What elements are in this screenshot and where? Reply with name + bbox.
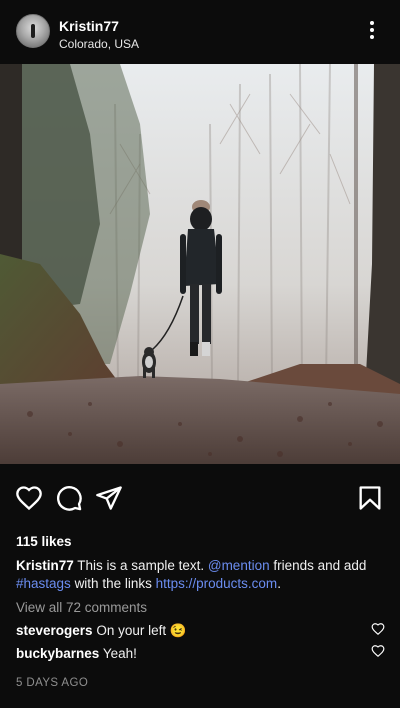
- heart-outline-icon[interactable]: [371, 644, 385, 658]
- post-header: Kristin77 Colorado, USA: [0, 0, 400, 64]
- caption-mention[interactable]: @mention: [208, 558, 270, 573]
- likes-count[interactable]: 115 likes: [16, 534, 72, 549]
- caption-username[interactable]: Kristin77: [16, 558, 74, 573]
- caption-link[interactable]: https://products.com: [156, 576, 278, 591]
- caption-text: This is a sample text.: [77, 558, 205, 573]
- comment-username[interactable]: buckybarnes: [16, 646, 99, 661]
- view-all-comments[interactable]: View all 72 comments: [16, 600, 147, 615]
- more-vertical-icon[interactable]: [364, 18, 380, 42]
- avatar-figure: [31, 24, 35, 38]
- paper-plane-icon[interactable]: [95, 484, 123, 512]
- bookmark-outline-icon[interactable]: [356, 484, 384, 512]
- post-timestamp: 5 DAYS AGO: [16, 677, 89, 689]
- post-actions: [0, 478, 400, 522]
- post-image[interactable]: [0, 64, 400, 464]
- comment-text: Yeah!: [102, 646, 137, 661]
- heart-outline-icon[interactable]: [371, 622, 385, 636]
- comment-bubble-icon[interactable]: [55, 484, 83, 512]
- caption-text: friends and add: [273, 558, 367, 573]
- post-caption: Kristin77 This is a sample text. @mentio…: [16, 557, 384, 593]
- avatar[interactable]: [16, 14, 50, 48]
- comment-username[interactable]: steverogers: [16, 623, 93, 638]
- comment-text: On your left: [96, 623, 167, 638]
- post-username[interactable]: Kristin77: [59, 18, 119, 34]
- caption-text: with the links: [74, 576, 152, 591]
- caption-hashtag[interactable]: #hastags: [16, 576, 71, 591]
- caption-text: .: [277, 576, 281, 591]
- comment-item: steverogers On your left 😉: [16, 623, 366, 639]
- post-location[interactable]: Colorado, USA: [59, 37, 139, 51]
- comment-item: buckybarnes Yeah!: [16, 646, 366, 661]
- wink-emoji: 😉: [169, 623, 187, 638]
- heart-outline-icon[interactable]: [15, 484, 43, 512]
